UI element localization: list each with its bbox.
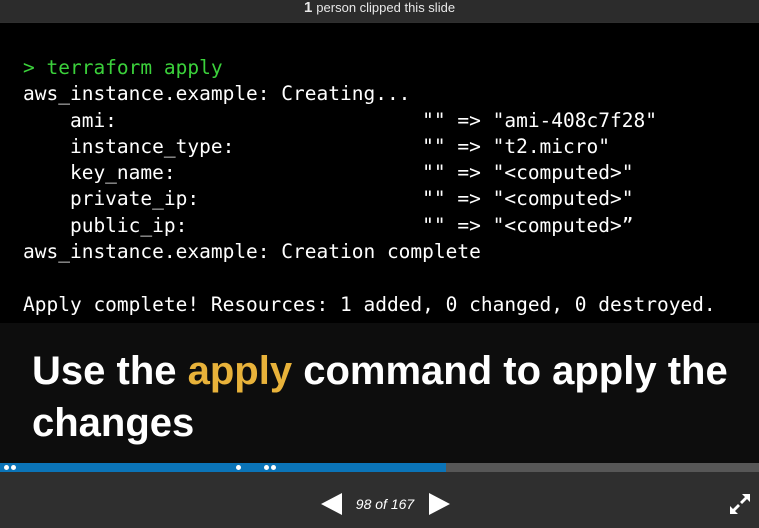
triangle-left-icon xyxy=(321,493,342,515)
clip-marker-dot[interactable] xyxy=(264,465,269,470)
terminal-output: > terraform apply aws_instance.example: C… xyxy=(23,55,716,318)
terminal-line: Apply complete! Resources: 1 added, 0 ch… xyxy=(23,292,716,316)
fullscreen-button[interactable] xyxy=(730,494,750,514)
next-slide-button[interactable] xyxy=(427,492,451,516)
clip-text: person clipped this slide xyxy=(316,0,456,15)
expand-arrows-icon xyxy=(730,494,750,514)
terminal-command: > terraform apply xyxy=(23,56,223,79)
terminal-line: key_name: "" => "<computed>" xyxy=(23,161,634,185)
progress-bar[interactable] xyxy=(0,463,759,472)
terminal-line: aws_instance.example: Creation complete xyxy=(23,240,481,264)
terminal-line: private_ip: "" => "<computed>" xyxy=(23,187,634,211)
caption-before: Use the xyxy=(32,349,188,393)
clip-marker-dot[interactable] xyxy=(4,465,9,470)
clip-count: 1 xyxy=(303,0,313,16)
clip-count-bar[interactable]: 1 person clipped this slide xyxy=(0,0,759,22)
clip-marker-dot[interactable] xyxy=(271,465,276,470)
clip-marker-dot[interactable] xyxy=(11,465,16,470)
terminal-line: public_ip: "" => "<computed>” xyxy=(23,213,634,237)
terminal-line: instance_type: "" => "t2.micro" xyxy=(23,134,610,158)
slide-caption: Use the apply command to apply the chang… xyxy=(0,323,759,463)
terminal-line: aws_instance.example: Creating... xyxy=(23,82,411,106)
caption-text: Use the apply command to apply the chang… xyxy=(32,345,732,449)
slide-navigation: 98 of 167 xyxy=(0,472,759,528)
previous-slide-button[interactable] xyxy=(320,492,344,516)
triangle-right-icon xyxy=(429,493,450,515)
caption-highlight: apply xyxy=(187,349,293,393)
terminal-line: ami: "" => "ami-408c7f28" xyxy=(23,108,657,132)
clip-marker-dot[interactable] xyxy=(236,465,241,470)
page-indicator: 98 of 167 xyxy=(355,496,415,512)
slide-canvas: > terraform apply aws_instance.example: C… xyxy=(0,23,759,463)
progress-fill xyxy=(0,463,446,472)
